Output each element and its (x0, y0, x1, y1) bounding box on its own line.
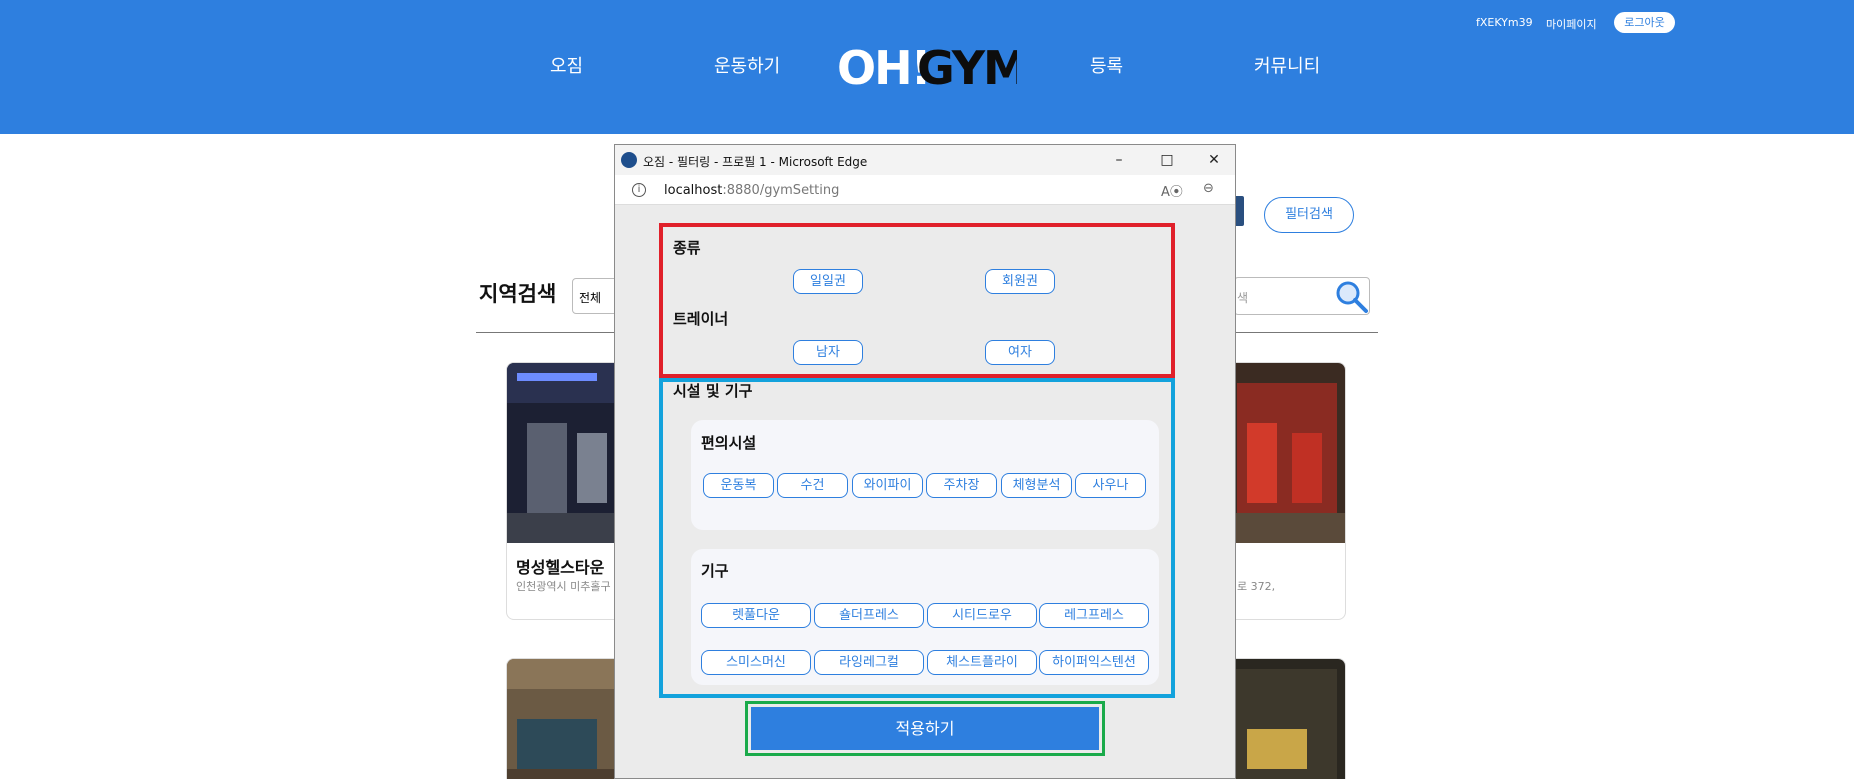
mypage-link[interactable]: 마이페이지 (1546, 16, 1597, 32)
apply-button[interactable]: 적용하기 (751, 707, 1099, 750)
nav-ohgym[interactable]: 오짐 (550, 52, 583, 78)
ohgym-logo[interactable]: OH! GYM (837, 44, 1017, 90)
zoom-out-icon[interactable]: ⊖ (1203, 181, 1214, 196)
maximize-icon[interactable]: □ (1157, 150, 1177, 170)
info-icon[interactable]: i (632, 183, 646, 197)
type-option-daily[interactable]: 일일권 (793, 269, 863, 294)
convenience-option[interactable]: 운동복 (703, 473, 774, 498)
read-aloud-icon[interactable]: A⦿ (1161, 181, 1183, 200)
filter-search-button[interactable]: 필터검색 (1264, 197, 1354, 233)
convenience-option[interactable]: 와이파이 (852, 473, 923, 498)
site-header: 오짐 운동하기 OH! GYM 등록 커뮤니티 fXEKYm39 마이페이지 로… (0, 0, 1854, 134)
equipment-option[interactable]: 체스트플라이 (927, 650, 1037, 675)
type-trainer-section: 종류 일일권 회원권 트레이너 남자 여자 (659, 223, 1175, 378)
logout-button[interactable]: 로그아웃 (1614, 12, 1675, 33)
nav-community[interactable]: 커뮤니티 (1254, 52, 1320, 78)
nav-workout[interactable]: 운동하기 (714, 52, 780, 78)
close-icon[interactable]: ✕ (1204, 150, 1224, 170)
equipment-option[interactable]: 하이퍼익스텐션 (1039, 650, 1149, 675)
convenience-option[interactable]: 주차장 (926, 473, 997, 498)
filter-popup-window: 오짐 - 필터링 - 프로필 1 - Microsoft Edge – □ ✕ … (614, 144, 1236, 779)
convenience-option[interactable]: 사우나 (1075, 473, 1146, 498)
username-link[interactable]: fXEKYm39 (1476, 16, 1533, 29)
svg-text:GYM: GYM (917, 44, 1017, 90)
type-title: 종류 (673, 239, 701, 257)
convenience-panel: 편의시설 운동복 수건 와이파이 주차장 체형분석 사우나 (691, 420, 1159, 530)
search-placeholder: 색 (1237, 291, 1249, 305)
nav-register[interactable]: 등록 (1090, 52, 1123, 78)
equipment-option[interactable]: 렛풀다운 (701, 603, 811, 628)
gym-address: 로 372, (1237, 580, 1276, 593)
convenience-option[interactable]: 수건 (777, 473, 848, 498)
window-titlebar[interactable]: 오짐 - 필터링 - 프로필 1 - Microsoft Edge – □ ✕ (615, 145, 1235, 175)
equipment-option[interactable]: 시티드로우 (927, 603, 1037, 628)
type-option-membership[interactable]: 회원권 (985, 269, 1055, 294)
edge-profile-icon (621, 152, 637, 168)
minimize-icon[interactable]: – (1109, 150, 1129, 170)
convenience-option[interactable]: 체형분석 (1001, 473, 1072, 498)
trainer-option-male[interactable]: 남자 (793, 340, 863, 365)
equipment-option[interactable]: 숄더프레스 (814, 603, 924, 628)
gym-name: 명성헬스타운 (516, 558, 605, 577)
address-bar[interactable]: i localhost:8880/gymSetting A⦿ ⊖ (615, 175, 1235, 205)
equipment-option[interactable]: 라잉레그컬 (814, 650, 924, 675)
apply-section: 적용하기 (745, 701, 1105, 756)
search-input[interactable]: 색 (1234, 277, 1370, 315)
convenience-title: 편의시설 (701, 434, 757, 452)
equipment-title: 기구 (701, 562, 729, 580)
trainer-option-female[interactable]: 여자 (985, 340, 1055, 365)
equipment-option[interactable]: 레그프레스 (1039, 603, 1149, 628)
url-text[interactable]: localhost:8880/gymSetting (664, 183, 839, 198)
equipment-panel: 기구 렛풀다운 숄더프레스 시티드로우 레그프레스 스미스머신 라잉레그컬 체스… (691, 549, 1159, 685)
window-title: 오짐 - 필터링 - 프로필 1 - Microsoft Edge (643, 155, 868, 169)
facility-title: 시설 및 기구 (673, 382, 753, 400)
region-search-label: 지역검색 (479, 282, 557, 306)
gym-address: 인천광역시 미추홀구 (516, 580, 611, 593)
search-icon[interactable] (1333, 278, 1369, 314)
facility-equipment-section: 시설 및 기구 편의시설 운동복 수건 와이파이 주차장 체형분석 사우나 기구… (659, 378, 1175, 698)
svg-text:OH!: OH! (837, 44, 930, 90)
trainer-title: 트레이너 (673, 310, 729, 328)
equipment-option[interactable]: 스미스머신 (701, 650, 811, 675)
